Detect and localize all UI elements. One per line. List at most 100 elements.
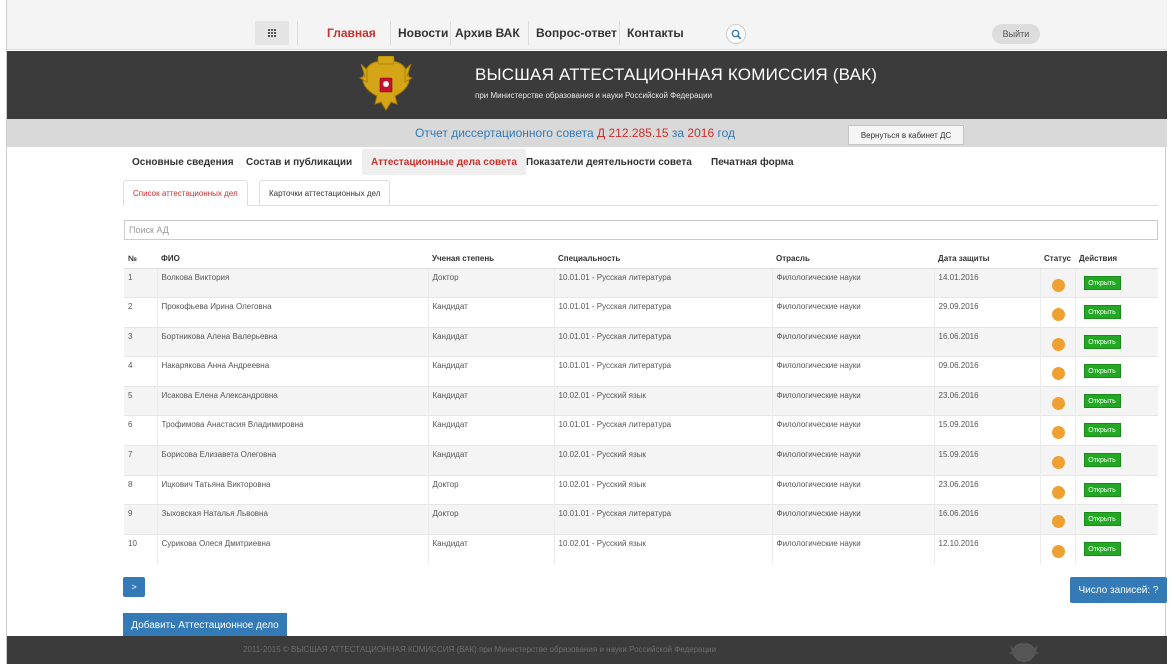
row-degree: Доктор <box>427 474 554 505</box>
column-header-status[interactable]: Статус <box>1040 250 1075 269</box>
row-number: 9 <box>124 504 157 535</box>
row-number: 5 <box>124 385 157 416</box>
nav-divider <box>450 21 451 45</box>
row-number: 10 <box>124 533 157 564</box>
row-actions: Открыть <box>1074 474 1158 505</box>
open-button[interactable]: Открыть <box>1083 453 1121 468</box>
row-field: Филологические науки <box>771 445 934 476</box>
table-row: 4 Накарякова Анна Андреевна Кандидат 10.… <box>124 356 1158 387</box>
nav-archive[interactable]: Архив ВАК <box>455 26 520 40</box>
row-status <box>1039 385 1075 416</box>
row-degree: Доктор <box>427 267 554 298</box>
logout-button[interactable]: Выйти <box>992 24 1040 44</box>
site-title: ВЫСШАЯ АТТЕСТАЦИОННАЯ КОМИССИЯ (ВАК) <box>475 65 878 84</box>
table-row: 2 Прокофьева Ирина Олеговна Кандидат 10.… <box>124 297 1158 328</box>
grid-icon <box>268 29 276 37</box>
row-number: 1 <box>124 267 157 298</box>
row-status <box>1039 297 1075 328</box>
row-defense-date: 16.06.2016 <box>933 504 1040 535</box>
row-actions: Открыть <box>1074 297 1158 328</box>
row-specialty: 10.01.01 - Русская литература <box>553 415 772 446</box>
report-title: Отчет диссертационного совета Д 212.285.… <box>415 126 735 140</box>
nav-faq[interactable]: Вопрос-ответ <box>536 26 617 40</box>
row-status <box>1039 504 1075 535</box>
report-title-prefix: Отчет диссертационного совета <box>415 126 594 140</box>
footer-copyright: 2011-2015 © ВЫСШАЯ АТТЕСТАЦИОННАЯ КОМИСС… <box>243 645 717 654</box>
column-header-actions: Действия <box>1075 250 1158 269</box>
open-button[interactable]: Открыть <box>1083 512 1121 527</box>
row-actions: Открыть <box>1074 356 1158 387</box>
tab-print-form[interactable]: Печатная форма <box>702 149 803 175</box>
tab-indicators[interactable]: Показатели деятельности совета <box>517 149 701 175</box>
row-status <box>1039 267 1075 298</box>
row-actions: Открыть <box>1074 267 1158 298</box>
row-field: Филологические науки <box>771 297 934 328</box>
open-button[interactable]: Открыть <box>1083 423 1121 438</box>
search-button[interactable] <box>726 24 746 44</box>
nav-divider <box>528 21 529 45</box>
row-status <box>1039 533 1075 564</box>
open-button[interactable]: Открыть <box>1083 334 1121 349</box>
row-number: 7 <box>124 445 157 476</box>
row-field: Филологические науки <box>771 326 934 357</box>
tab-basic-info[interactable]: Основные сведения <box>123 149 243 175</box>
table-row: 1 Волкова Виктория Доктор 10.01.01 - Рус… <box>124 267 1158 298</box>
open-button[interactable]: Открыть <box>1083 364 1121 379</box>
row-specialty: 10.02.01 - Русский язык <box>553 445 772 476</box>
table-header-row: № ФИО Ученая степень Специальность Отрас… <box>124 250 1158 269</box>
row-actions: Открыть <box>1074 326 1158 357</box>
row-field: Филологические науки <box>771 415 934 446</box>
nav-home[interactable]: Главная <box>327 26 376 40</box>
row-defense-date: 12.10.2016 <box>933 533 1040 564</box>
column-header-field[interactable]: Отрасль <box>772 250 934 269</box>
row-degree: Кандидат <box>427 326 554 357</box>
row-actions: Открыть <box>1074 445 1158 476</box>
row-name: Ицкович Татьяна Викторовна <box>156 474 428 505</box>
row-field: Филологические науки <box>771 267 934 298</box>
status-dot-icon <box>1051 396 1065 410</box>
back-to-cabinet-button[interactable]: Вернуться в кабинет ДС <box>848 125 964 145</box>
table-row: 7 Борисова Елизавета Олеговна Кандидат 1… <box>124 445 1158 476</box>
column-header-name[interactable]: ФИО <box>157 250 428 269</box>
row-defense-date: 16.06.2016 <box>933 326 1040 357</box>
search-icon <box>731 29 741 39</box>
row-name: Зыховская Наталья Львовна <box>156 504 428 535</box>
tab-composition[interactable]: Состав и публикации <box>237 149 361 175</box>
open-button[interactable]: Открыть <box>1083 541 1121 556</box>
nav-divider <box>619 21 620 45</box>
subtab-case-list[interactable]: Список аттестационных дел <box>123 180 248 206</box>
row-defense-date: 15.09.2016 <box>933 445 1040 476</box>
search-input[interactable] <box>124 220 1158 240</box>
apps-grid-button[interactable] <box>255 21 289 45</box>
row-degree: Кандидат <box>427 356 554 387</box>
site-subtitle: при Министерстве образования и науки Рос… <box>475 91 713 100</box>
row-status <box>1039 474 1075 505</box>
open-button[interactable]: Открыть <box>1083 482 1121 497</box>
row-name: Прокофьева Ирина Олеговна <box>156 297 428 328</box>
row-actions: Открыть <box>1074 415 1158 446</box>
coat-of-arms-icon <box>359 56 413 111</box>
nav-contacts[interactable]: Контакты <box>627 26 684 40</box>
tab-attestation-cases[interactable]: Аттестационные дела совета <box>362 149 526 175</box>
open-button[interactable]: Открыть <box>1083 305 1121 320</box>
records-count-button[interactable]: Число записей: ? <box>1070 577 1167 603</box>
row-field: Филологические науки <box>771 533 934 564</box>
column-header-defense-date[interactable]: Дата защиты <box>934 250 1040 269</box>
column-header-specialty[interactable]: Специальность <box>554 250 772 269</box>
column-header-number[interactable]: № <box>124 250 157 269</box>
open-button[interactable]: Открыть <box>1083 275 1121 290</box>
next-page-button[interactable]: > <box>123 577 145 597</box>
add-case-button[interactable]: Добавить Аттестационное дело <box>123 613 287 637</box>
row-field: Филологические науки <box>771 385 934 416</box>
row-specialty: 10.02.01 - Русский язык <box>553 474 772 505</box>
row-specialty: 10.02.01 - Русский язык <box>553 385 772 416</box>
open-button[interactable]: Открыть <box>1083 393 1121 408</box>
nav-news[interactable]: Новости <box>398 26 448 40</box>
column-header-degree[interactable]: Ученая степень <box>428 250 554 269</box>
site-footer: 2011-2015 © ВЫСШАЯ АТТЕСТАЦИОННАЯ КОМИСС… <box>7 636 1167 664</box>
row-field: Филологические науки <box>771 356 934 387</box>
subtab-case-cards[interactable]: Карточки аттестационных дел <box>259 180 391 206</box>
status-dot-icon <box>1051 367 1065 381</box>
report-bar: Отчет диссертационного совета Д 212.285.… <box>7 119 1167 147</box>
nav-divider <box>297 21 298 45</box>
